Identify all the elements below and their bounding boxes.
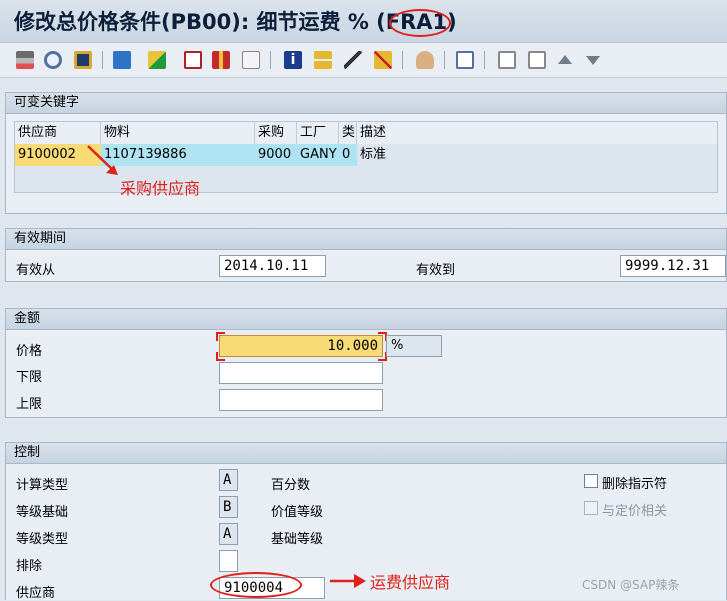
tree-icon[interactable] <box>314 51 332 69</box>
scale-base-text: 价值等级 <box>271 505 324 520</box>
col-header-vendor: 供应商 <box>15 122 101 144</box>
save-icon[interactable] <box>74 51 92 69</box>
price-label: 价格 <box>16 344 43 359</box>
col-header-material: 物料 <box>101 122 255 144</box>
valid-to-label: 有效到 <box>416 263 456 278</box>
deletion-indicator-checkbox[interactable] <box>584 474 598 488</box>
exclusion-field[interactable] <box>219 550 238 572</box>
price-focus-corner-bl <box>216 352 225 361</box>
application-toolbar: i <box>0 43 727 78</box>
scale-type-text: 基础等级 <box>271 532 324 547</box>
gift-icon[interactable] <box>212 51 230 69</box>
variable-key-title: 可变关键字 <box>6 93 726 114</box>
variable-key-group: 可变关键字 供应商 物料 采购 工厂 类 描述 9100002 11071398… <box>5 92 727 214</box>
scale-type-label: 等级类型 <box>16 532 69 547</box>
cell-purch-org[interactable]: 9000 <box>255 144 297 166</box>
price-focus-corner-tl <box>216 332 225 341</box>
valid-from-label: 有效从 <box>16 263 56 278</box>
pricing-relevant-checkbox <box>584 501 598 515</box>
validity-title: 有效期间 <box>6 229 726 250</box>
calendar-icon[interactable] <box>184 51 202 69</box>
calc-type-text: 百分数 <box>271 478 311 493</box>
calc-type-field[interactable]: A <box>219 469 238 491</box>
price-field[interactable]: 10.000 <box>219 335 383 357</box>
valid-to-field[interactable]: 9999.12.31 <box>620 255 726 277</box>
last-page-icon[interactable] <box>528 51 546 69</box>
title-bar: 修改总价格条件(PB00): 细节运费 % (FRA1) <box>0 0 727 43</box>
person-icon[interactable] <box>416 51 434 69</box>
find-icon[interactable] <box>44 51 62 69</box>
up-arrow-icon[interactable] <box>558 55 572 64</box>
amount-group: 金额 价格 10.000 % 下限 上限 <box>5 308 727 418</box>
control-title: 控制 <box>6 443 726 464</box>
scale-base-field[interactable]: B <box>219 496 238 518</box>
print-icon[interactable] <box>16 51 34 69</box>
scale-base-label: 等级基础 <box>16 505 69 520</box>
exclusion-label: 排除 <box>16 559 43 574</box>
cell-material[interactable]: 1107139886 <box>101 144 255 166</box>
annotation-freight-vendor: 运费供应商 <box>370 573 451 592</box>
cell-plant[interactable]: GANY <box>297 144 339 166</box>
cell-type[interactable]: 0 <box>339 144 357 166</box>
pricing-relevant-label: 与定价相关 <box>602 504 668 519</box>
filter-icon[interactable] <box>374 51 392 69</box>
lower-limit-label: 下限 <box>16 370 43 385</box>
price-unit-field[interactable]: % <box>386 335 442 357</box>
deletion-indicator-label: 删除指示符 <box>602 477 668 492</box>
col-header-type: 类 <box>339 122 357 144</box>
down-arrow-icon[interactable] <box>586 56 600 65</box>
annotation-arrow-purchasing <box>87 145 118 175</box>
vendor-label: 供应商 <box>16 586 56 601</box>
first-page-icon[interactable] <box>498 51 516 69</box>
scale-type-field[interactable]: A <box>219 523 238 545</box>
upper-limit-field[interactable] <box>219 389 383 411</box>
key-icon[interactable] <box>344 51 362 69</box>
col-header-description: 描述 <box>357 122 717 144</box>
upper-limit-label: 上限 <box>16 397 43 412</box>
title-highlight-ellipse <box>389 9 451 37</box>
calc-type-label: 计算类型 <box>16 478 69 493</box>
layout-icon[interactable] <box>456 51 474 69</box>
annotation-arrow-freight <box>330 574 366 588</box>
validity-group: 有效期间 有效从 2014.10.11 有效到 9999.12.31 <box>5 228 727 282</box>
info-icon[interactable]: i <box>284 51 302 69</box>
edit-icon[interactable] <box>242 51 260 69</box>
annotation-purchasing-vendor: 采购供应商 <box>120 179 201 198</box>
multi-icon[interactable] <box>113 51 131 69</box>
col-header-plant: 工厂 <box>297 122 339 144</box>
col-header-purch-org: 采购 <box>255 122 297 144</box>
freight-vendor-highlight-ellipse <box>210 572 302 598</box>
lower-limit-field[interactable] <box>219 362 383 384</box>
cell-description: 标准 <box>360 147 387 162</box>
valid-from-field[interactable]: 2014.10.11 <box>219 255 326 277</box>
watermark: CSDN @SAP辣条 <box>582 578 680 592</box>
amount-title: 金额 <box>6 309 726 330</box>
export-icon[interactable] <box>148 51 166 69</box>
